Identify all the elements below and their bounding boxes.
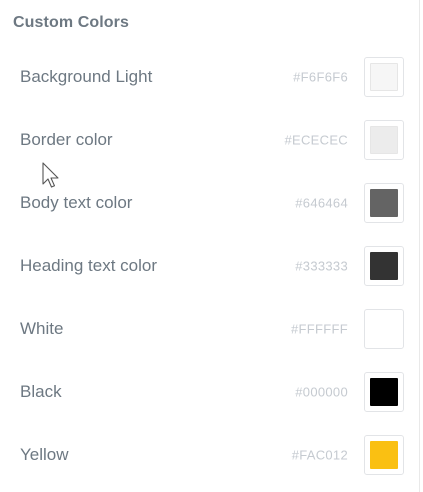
scrollbar-track[interactable] <box>419 0 423 492</box>
color-swatch-fill <box>370 62 398 91</box>
color-swatch-fill <box>370 377 398 406</box>
color-swatch-button[interactable] <box>364 434 404 475</box>
color-swatch-fill <box>370 125 398 154</box>
color-name: Heading text color <box>20 255 158 275</box>
color-hex-value: #F6F6F6 <box>293 69 348 84</box>
color-row-white: White #FFFFFF <box>0 297 423 360</box>
color-hex-value: #333333 <box>295 258 348 273</box>
color-row-border-color: Border color #ECECEC <box>0 108 423 171</box>
color-swatch-fill <box>370 440 398 469</box>
color-hex-value: #ECECEC <box>284 132 348 147</box>
section-title: Custom Colors <box>13 14 129 31</box>
color-row-heading-text-color: Heading text color #333333 <box>0 234 423 297</box>
color-swatch-fill <box>370 314 398 343</box>
color-swatch-fill <box>370 251 398 280</box>
color-name: Background Light <box>20 66 153 86</box>
custom-colors-panel: Custom Colors Background Light #F6F6F6 B… <box>0 0 423 492</box>
color-name: Black <box>20 381 62 401</box>
color-row-background-light: Background Light #F6F6F6 <box>0 45 423 108</box>
color-swatch-button[interactable] <box>364 56 404 97</box>
color-swatch-button[interactable] <box>364 371 404 412</box>
color-name: White <box>20 318 64 338</box>
color-row-black: Black #000000 <box>0 360 423 423</box>
color-swatch-button[interactable] <box>364 245 404 286</box>
color-name: Body text color <box>20 192 133 212</box>
color-swatch-fill <box>370 188 398 217</box>
color-hex-value: #646464 <box>295 195 348 210</box>
color-hex-value: #FFFFFF <box>291 321 348 336</box>
color-swatch-button[interactable] <box>364 182 404 223</box>
color-name: Yellow <box>20 444 69 464</box>
color-swatch-button[interactable] <box>364 119 404 160</box>
color-hex-value: #FAC012 <box>291 447 348 462</box>
color-row-body-text-color: Body text color #646464 <box>0 171 423 234</box>
color-swatch-button[interactable] <box>364 308 404 349</box>
color-hex-value: #000000 <box>295 384 348 399</box>
color-name: Border color <box>20 129 113 149</box>
color-row-yellow: Yellow #FAC012 <box>0 423 423 486</box>
